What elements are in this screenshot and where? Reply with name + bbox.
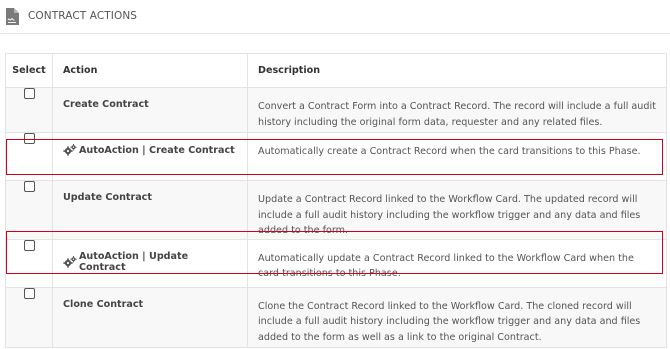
select-cell [5,238,53,288]
column-header-select: Select [5,53,53,88]
select-checkbox[interactable] [23,181,35,192]
select-checkbox[interactable] [23,239,35,251]
select-checkbox[interactable] [23,88,35,99]
action-description: Convert a Contract Form into a Contract … [258,101,656,128]
action-cell: AutoAction | Create Contract [52,132,248,181]
column-header-action: Action [52,53,248,88]
action-label: AutoAction | Update Contract [79,250,189,273]
action-description: Update a Contract Record linked to the W… [258,194,641,236]
action-label: Create Contract [63,99,149,110]
gears-icon [63,255,77,268]
description-cell: Automatically create a Contract Record w… [247,132,667,181]
header-divider [0,33,670,34]
action-description: Automatically create a Contract Record w… [258,146,641,157]
select-cell [5,87,53,133]
section-header: CONTRACT ACTIONS [0,0,670,34]
table-header-row: Select Action Description [5,53,667,88]
document-signature-icon [6,8,19,25]
gears-icon [63,144,77,156]
action-label: AutoAction | Create Contract [79,144,235,156]
select-cell [5,132,53,181]
contract-actions-table: Select Action Description Create Contrac… [5,53,667,348]
action-description: Automatically update a Contract Record l… [258,252,634,280]
table-row: AutoAction | Create Contract Automatical… [5,132,667,181]
description-cell: Automatically update a Contract Record l… [247,238,667,288]
description-cell: Convert a Contract Form into a Contract … [247,87,667,133]
description-cell: Update a Contract Record linked to the W… [247,180,667,240]
table-row: Update Contract Update a Contract Record… [5,180,667,240]
action-cell: Update Contract [52,180,248,240]
select-cell [5,286,53,348]
select-checkbox[interactable] [23,287,35,299]
table-row: Create Contract Convert a Contract Form … [5,87,667,133]
table-row: Clone Contract Clone the Contract Record… [5,286,667,348]
action-cell: Create Contract [52,87,248,133]
table-row: AutoAction | Update Contract Automatical… [5,238,667,288]
action-description: Clone the Contract Record linked to the … [258,300,641,343]
action-cell: AutoAction | Update Contract [52,238,248,288]
description-cell: Clone the Contract Record linked to the … [247,286,667,348]
select-checkbox[interactable] [23,133,35,144]
action-label: Update Contract [63,192,152,203]
page-title: CONTRACT ACTIONS [28,10,138,22]
select-cell [5,180,53,240]
column-header-description: Description [247,53,667,88]
action-cell: Clone Contract [52,286,248,348]
action-label: Clone Contract [63,298,144,310]
